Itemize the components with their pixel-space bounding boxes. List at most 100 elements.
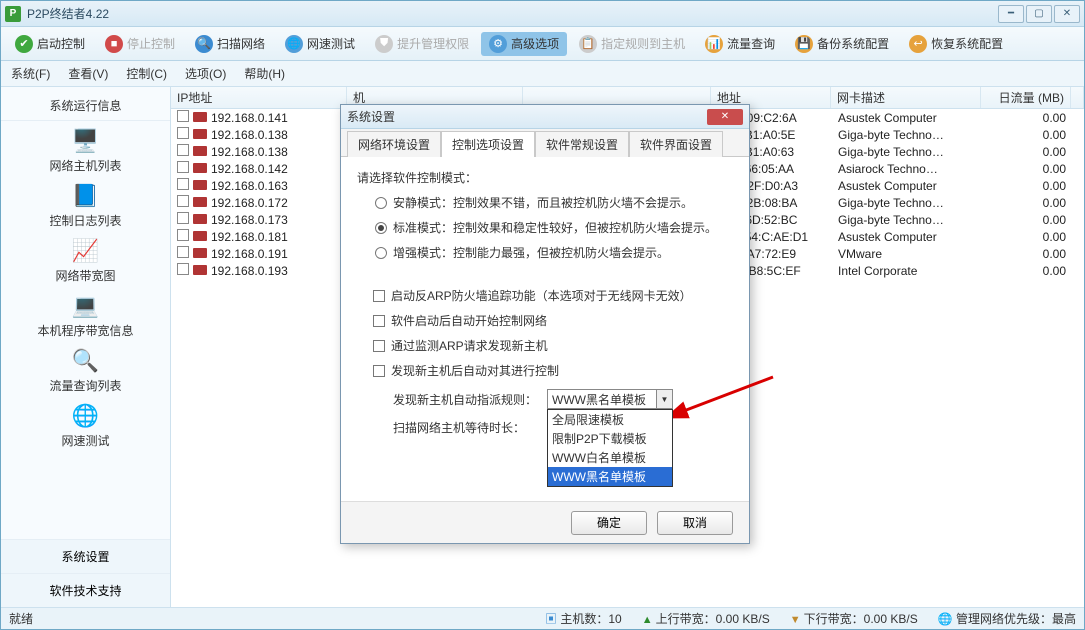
search-icon: 🔍: [195, 35, 213, 53]
save-icon: 💾: [795, 35, 813, 53]
option-blacklist[interactable]: WWW黑名单模板: [548, 467, 672, 486]
sidebar-item-process[interactable]: 💻本机程序带宽信息: [1, 286, 170, 341]
dialog-close-button[interactable]: ✕: [707, 109, 743, 125]
sidebar-item-hosts[interactable]: 🖥️网络主机列表: [1, 121, 170, 176]
maximize-button[interactable]: ▢: [1026, 5, 1052, 23]
backup-config-button[interactable]: 💾备份系统配置: [787, 32, 897, 56]
gear-icon: ⚙: [489, 35, 507, 53]
radio-quiet[interactable]: 安静模式：控制效果不错，而且被控机防火墙不会提示。: [375, 194, 733, 211]
traffic-query-button[interactable]: 📊流量查询: [697, 32, 783, 56]
row-checkbox[interactable]: [177, 212, 189, 224]
option-global-limit[interactable]: 全局限速模板: [548, 410, 672, 429]
row-checkbox[interactable]: [177, 178, 189, 190]
rule-combobox[interactable]: WWW黑名单模板 ▼: [547, 389, 673, 409]
status-up: ▲ 上行带宽：0.00 KB/S: [642, 610, 770, 627]
tab-general[interactable]: 软件常规设置: [535, 131, 629, 157]
option-p2p-limit[interactable]: 限制P2P下载模板: [548, 429, 672, 448]
host-icon: [193, 112, 207, 122]
status-ready: 就绪: [9, 610, 33, 627]
menu-help[interactable]: 帮助(H): [244, 65, 285, 82]
rule-icon: 📋: [579, 35, 597, 53]
ok-button[interactable]: 确定: [571, 511, 647, 535]
stop-icon: ■: [105, 35, 123, 53]
check-anti-arp[interactable]: 启动反ARP防火墙追踪功能（本选项对于无线网卡无效）: [373, 287, 733, 304]
col-nic[interactable]: 网卡描述: [831, 87, 981, 108]
chevron-down-icon[interactable]: ▼: [656, 390, 672, 408]
advanced-options-button[interactable]: ⚙高级选项: [481, 32, 567, 56]
host-icon: [193, 197, 207, 207]
radio-icon: [375, 247, 387, 259]
host-icon: [193, 248, 207, 258]
wait-label: 扫描网络主机等待时长：: [393, 419, 525, 436]
status-down: ▼ 下行带宽：0.00 KB/S: [790, 610, 918, 627]
sidebar: 系统运行信息 🖥️网络主机列表 📘控制日志列表 📈网络带宽图 💻本机程序带宽信息…: [1, 87, 171, 607]
checkbox-icon: [373, 365, 385, 377]
hosts-icon: 🖥️: [68, 127, 104, 155]
row-checkbox[interactable]: [177, 246, 189, 258]
search-icon: 🔍: [68, 347, 104, 375]
status-priority: 🌐 管理网络优先级：最高: [938, 610, 1076, 627]
row-checkbox[interactable]: [177, 161, 189, 173]
row-checkbox[interactable]: [177, 229, 189, 241]
assign-rule-button[interactable]: 📋指定规则到主机: [571, 32, 693, 56]
start-control-button[interactable]: ✔启动控制: [7, 32, 93, 56]
menu-view[interactable]: 查看(V): [68, 65, 108, 82]
check-monitor-arp[interactable]: 通过监测ARP请求发现新主机: [373, 337, 733, 354]
globe-icon: 🌐: [68, 402, 104, 430]
settings-dialog: 系统设置 ✕ 网络环境设置 控制选项设置 软件常规设置 软件界面设置 请选择软件…: [340, 104, 750, 544]
row-checkbox[interactable]: [177, 144, 189, 156]
tab-network-env[interactable]: 网络环境设置: [347, 131, 441, 157]
restore-icon: ↩: [909, 35, 927, 53]
host-icon: [193, 146, 207, 156]
chart-icon: 📊: [705, 35, 723, 53]
sidebar-item-speedtest[interactable]: 🌐网速测试: [1, 396, 170, 451]
tab-ui[interactable]: 软件界面设置: [629, 131, 723, 157]
window-title: P2P终结者4.22: [27, 5, 998, 22]
option-whitelist[interactable]: WWW白名单模板: [548, 448, 672, 467]
speed-test-button[interactable]: 🌐网速测试: [277, 32, 363, 56]
stop-control-button[interactable]: ■停止控制: [97, 32, 183, 56]
row-checkbox[interactable]: [177, 195, 189, 207]
radio-icon: [375, 222, 387, 234]
statusbar: 就绪 ▣ 主机数：10 ▲ 上行带宽：0.00 KB/S ▼ 下行带宽：0.00…: [1, 607, 1084, 629]
col-traffic[interactable]: 日流量 (MB): [981, 87, 1071, 108]
scan-network-button[interactable]: 🔍扫描网络: [187, 32, 273, 56]
app-icon: P: [5, 6, 21, 22]
row-checkbox[interactable]: [177, 127, 189, 139]
control-mode-prompt: 请选择软件控制模式：: [357, 169, 733, 186]
check-auto-control[interactable]: 发现新主机后自动对其进行控制: [373, 362, 733, 379]
host-icon: [193, 129, 207, 139]
cancel-button[interactable]: 取消: [657, 511, 733, 535]
log-icon: 📘: [68, 182, 104, 210]
radio-icon: [375, 197, 387, 209]
minimize-button[interactable]: ━: [998, 5, 1024, 23]
menu-options[interactable]: 选项(O): [185, 65, 226, 82]
sidebar-item-bandwidth[interactable]: 📈网络带宽图: [1, 231, 170, 286]
restore-config-button[interactable]: ↩恢复系统配置: [901, 32, 1011, 56]
sidebar-item-logs[interactable]: 📘控制日志列表: [1, 176, 170, 231]
dialog-body: 请选择软件控制模式： 安静模式：控制效果不错，而且被控机防火墙不会提示。 标准模…: [341, 157, 749, 501]
process-icon: 💻: [68, 292, 104, 320]
menu-control[interactable]: 控制(C): [126, 65, 167, 82]
dialog-footer: 确定 取消: [341, 501, 749, 543]
checkbox-icon: [373, 290, 385, 302]
sidebar-item-traffic[interactable]: 🔍流量查询列表: [1, 341, 170, 396]
toolbar: ✔启动控制 ■停止控制 🔍扫描网络 🌐网速测试 ⛊提升管理权限 ⚙高级选项 📋指…: [1, 27, 1084, 61]
sidebar-settings[interactable]: 系统设置: [1, 539, 170, 573]
row-checkbox[interactable]: [177, 263, 189, 275]
menu-system[interactable]: 系统(F): [11, 65, 50, 82]
play-icon: ✔: [15, 35, 33, 53]
dialog-tabs: 网络环境设置 控制选项设置 软件常规设置 软件界面设置: [341, 129, 749, 157]
radio-enhanced[interactable]: 增强模式：控制能力最强，但被控机防火墙会提示。: [375, 244, 733, 261]
radio-standard[interactable]: 标准模式：控制效果和稳定性较好，但被控机防火墙会提示。: [375, 219, 733, 236]
row-checkbox[interactable]: [177, 110, 189, 122]
dialog-titlebar[interactable]: 系统设置 ✕: [341, 105, 749, 129]
close-button[interactable]: ✕: [1054, 5, 1080, 23]
sidebar-header: 系统运行信息: [1, 91, 170, 121]
check-auto-start[interactable]: 软件启动后自动开始控制网络: [373, 312, 733, 329]
elevate-priv-button[interactable]: ⛊提升管理权限: [367, 32, 477, 56]
tab-control-options[interactable]: 控制选项设置: [441, 131, 535, 157]
sidebar-support[interactable]: 软件技术支持: [1, 573, 170, 607]
host-icon: [193, 214, 207, 224]
col-ip[interactable]: IP地址: [171, 87, 347, 108]
